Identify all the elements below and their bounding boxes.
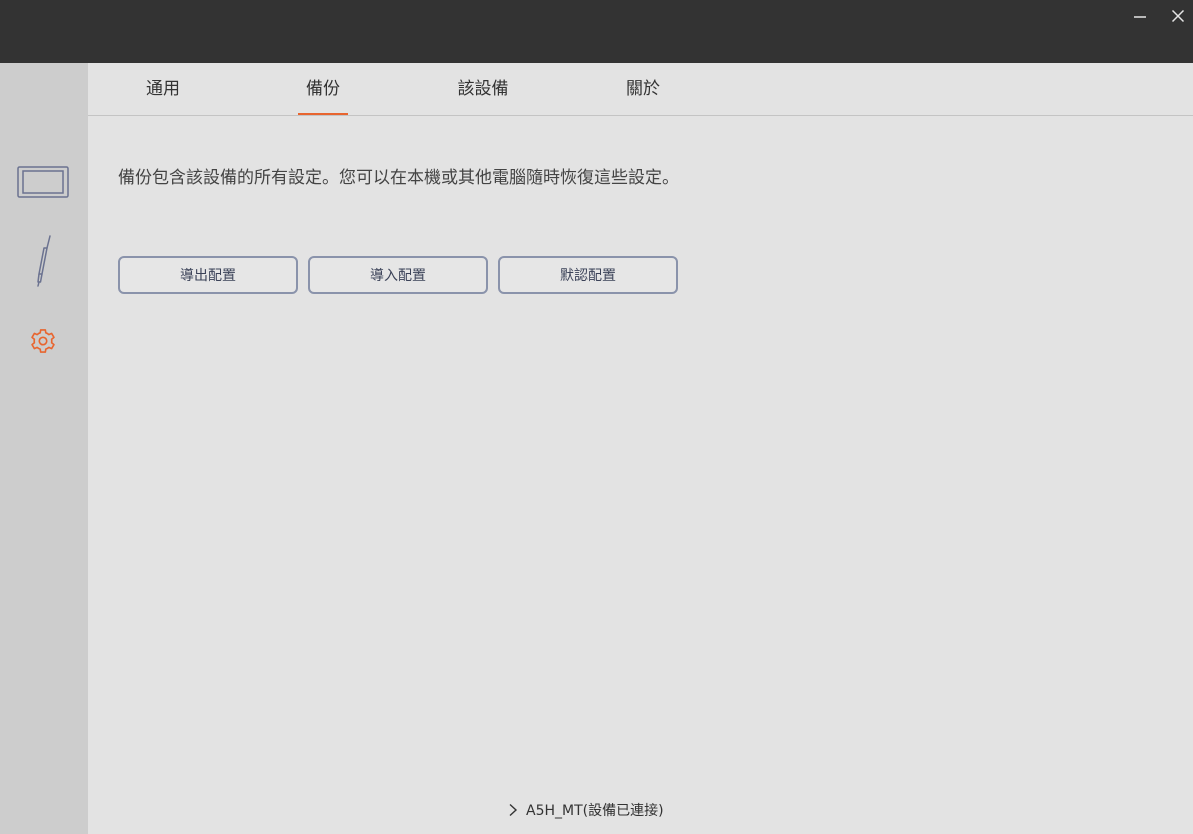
backup-description: 備份包含該設備的所有設定。您可以在本機或其他電腦隨時恢復這些設定。 — [118, 168, 679, 188]
sidebar — [0, 63, 88, 834]
import-config-button[interactable]: 導入配置 — [308, 256, 488, 294]
device-status-label: A5H_MT(設備已連接) — [526, 803, 664, 819]
main-panel: 通用 備份 該設備 關於 備份包含該設備的所有設定。您可以在本機或其他電腦隨時恢… — [88, 63, 1193, 834]
tab-bar: 通用 備份 該設備 關於 — [88, 63, 1193, 116]
default-config-button[interactable]: 默認配置 — [498, 256, 678, 294]
export-config-button[interactable]: 導出配置 — [118, 256, 298, 294]
device-status[interactable]: A5H_MT(設備已連接) — [508, 800, 664, 820]
minimize-icon — [1134, 16, 1146, 18]
close-button[interactable] — [1158, 0, 1193, 32]
sidebar-item-tablet[interactable] — [14, 159, 72, 205]
tab-device[interactable]: 該設備 — [443, 63, 523, 115]
tab-about[interactable]: 關於 — [603, 63, 683, 115]
minimize-button[interactable] — [1120, 0, 1160, 32]
gear-icon — [31, 329, 55, 353]
tab-backup[interactable]: 備份 — [283, 63, 363, 115]
tablet-icon — [17, 166, 69, 198]
title-bar — [0, 0, 1193, 63]
pen-icon — [37, 235, 51, 287]
sidebar-item-pen[interactable] — [14, 233, 72, 289]
chevron-right-icon — [509, 803, 518, 817]
close-icon — [1171, 9, 1185, 23]
sidebar-item-settings[interactable] — [14, 325, 72, 357]
tab-general[interactable]: 通用 — [123, 63, 203, 115]
